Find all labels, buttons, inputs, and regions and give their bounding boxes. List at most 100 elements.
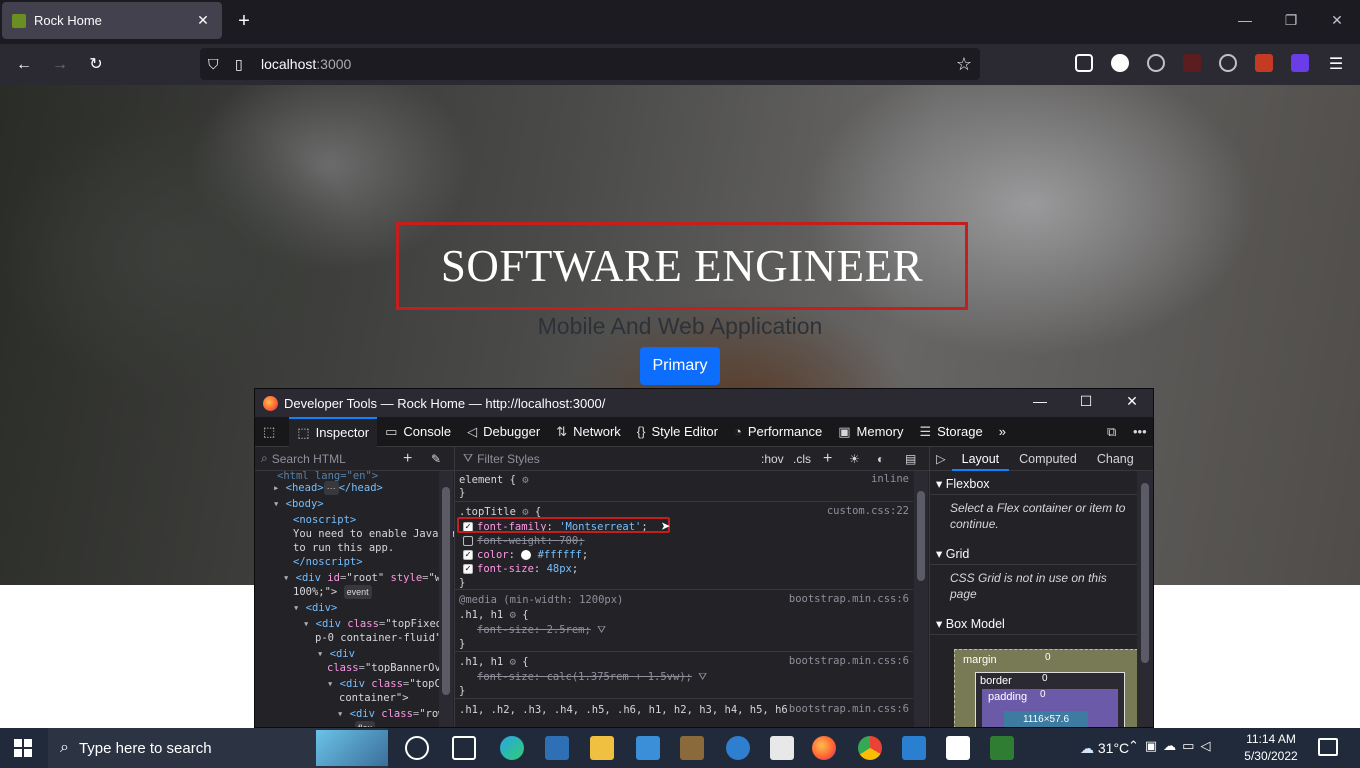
rule-selector[interactable]: .h1, h1 ⚙ { [459, 608, 529, 622]
bookmark-star-icon[interactable]: ☆ [956, 48, 972, 80]
html-search-field[interactable]: ⌕ Search HTML + ✎ [255, 447, 454, 471]
rule-source[interactable]: bootstrap.min.css:6 [789, 593, 909, 605]
extension-color-icon[interactable] [1183, 54, 1201, 72]
new-tab-button[interactable]: + [232, 10, 256, 34]
task-view-icon[interactable] [452, 736, 476, 760]
tab-storage[interactable]: ☰ Storage [911, 417, 990, 447]
globe-icon[interactable] [1147, 54, 1165, 72]
dark-mode-icon[interactable]: ◐ [877, 452, 884, 466]
devtools-maximize-button[interactable]: ☐ [1075, 393, 1097, 410]
forward-icon[interactable]: → [48, 53, 72, 77]
file-explorer-icon[interactable] [590, 736, 614, 760]
markup-line[interactable]: ▾ <div class="topCo [327, 677, 447, 691]
checkbox[interactable]: ✓ [463, 550, 473, 560]
taskbar-clock[interactable]: 11:14 AM 5/30/2022 [1238, 731, 1304, 765]
markup-line[interactable]: ▾ <div class="topFixedB [303, 617, 448, 631]
snip-icon[interactable] [770, 736, 794, 760]
markup-line[interactable]: p-0 container-fluid"> [315, 631, 448, 645]
markup-line[interactable]: ▾ <div class="row [337, 707, 445, 721]
tab-debugger[interactable]: ◁ Debugger [459, 417, 548, 447]
chrome-icon[interactable] [858, 736, 882, 760]
back-icon[interactable]: ← [12, 53, 36, 77]
markup-line[interactable]: class="topBannerOve [327, 661, 447, 675]
markup-scrollbar[interactable] [439, 471, 453, 727]
dock-icon[interactable]: ⧉ [1107, 424, 1116, 440]
rule-selector[interactable]: .h1, .h2, .h3, .h4, .h5, .h6, h1, h2, h3… [459, 703, 788, 717]
minimize-button[interactable]: — [1233, 12, 1257, 32]
notion-icon[interactable] [946, 736, 970, 760]
tab-style-editor[interactable]: {} Style Editor [629, 417, 726, 447]
markup-line[interactable]: ▾ <div id="root" style="width: [283, 571, 454, 585]
rule-selector[interactable]: .h1, h1 ⚙ { [459, 655, 529, 669]
close-window-button[interactable]: ✕ [1325, 12, 1349, 32]
markup-line[interactable]: </noscript> [293, 555, 363, 569]
rules-scrollbar-track[interactable] [914, 471, 928, 727]
notifications-icon[interactable] [1318, 738, 1338, 756]
reload-icon[interactable]: ↻ [84, 53, 108, 77]
element-rule[interactable]: element { ⚙ [459, 473, 529, 487]
tab-layout[interactable]: Layout [951, 447, 1010, 471]
filter-styles-field[interactable]: Filter Styles [477, 452, 540, 466]
profile-avatar-icon[interactable] [1111, 54, 1129, 72]
extension-purple-icon[interactable] [1291, 54, 1309, 72]
url-bar[interactable]: ⛉ ▯ localhost:3000 ☆ [200, 48, 980, 80]
devtools-minimize-button[interactable]: — [1029, 393, 1051, 409]
add-rule-icon[interactable]: + [823, 450, 832, 468]
grid-section-header[interactable]: ▾ Grid [930, 543, 1138, 565]
primary-button[interactable]: Primary [640, 347, 720, 385]
close-tab-icon[interactable]: ✕ [194, 12, 212, 29]
firefox-taskbar-icon[interactable] [812, 736, 836, 760]
tab-inspector[interactable]: ⬚ Inspector [289, 416, 378, 447]
add-node-icon[interactable]: + [403, 450, 412, 468]
declaration-font-weight[interactable]: font-weight: 700; [463, 534, 585, 548]
markup-line[interactable]: You need to enable JavaScript [293, 527, 454, 541]
markup-line[interactable]: ▾ <body> [273, 497, 324, 511]
checkbox[interactable]: ✓ [463, 564, 473, 574]
color-swatch-icon[interactable] [521, 550, 532, 560]
browser-tab[interactable]: Rock Home ✕ [2, 2, 222, 39]
box-model-border[interactable]: border 0 padding 0 1116×57.6 [975, 672, 1125, 727]
tab-network[interactable]: ⇅ Network [548, 417, 629, 447]
system-tray-icons[interactable]: ⌃▣☁▭◁ [1128, 738, 1216, 754]
markup-line[interactable]: <noscript> [293, 513, 356, 527]
declaration-overridden[interactable]: font-size: calc(1.375rem + 1.5vw); ⛛ [477, 670, 707, 684]
pocket-icon[interactable] [1075, 54, 1093, 72]
tab-memory[interactable]: ▣ Memory [830, 417, 911, 447]
shield-icon[interactable]: ⛉ [208, 48, 219, 80]
markup-line[interactable]: flex [355, 721, 376, 727]
tab-changes[interactable]: Chang [1087, 447, 1144, 471]
light-mode-icon[interactable]: ☀ [849, 452, 860, 466]
rule-source[interactable]: bootstrap.min.css:6 [789, 703, 909, 715]
maximize-button[interactable]: ❐ [1279, 12, 1303, 32]
markup-line[interactable]: container"> [339, 691, 409, 705]
terminal-app-icon[interactable] [990, 736, 1014, 760]
onedrive-icon[interactable] [726, 736, 750, 760]
cortana-icon[interactable] [405, 736, 429, 760]
hov-toggle[interactable]: :hov [761, 452, 784, 466]
taskbar-search[interactable]: ⌕ Type here to search [48, 728, 388, 768]
toggle-sidebar-icon[interactable]: ▷ [930, 451, 952, 466]
tab-performance[interactable]: ◔ Performance [726, 417, 830, 447]
box-model-margin[interactable]: margin 0 border 0 padding 0 1116×57.6 [954, 649, 1138, 727]
print-mode-icon[interactable]: ▤ [905, 452, 916, 466]
box-model-content[interactable]: 1116×57.6 [1004, 711, 1088, 727]
rule-source[interactable]: bootstrap.min.css:6 [789, 655, 909, 667]
more-tabs-icon[interactable]: » [991, 417, 1014, 447]
tab-console[interactable]: ▭ Console [377, 417, 459, 447]
vscode-icon[interactable] [902, 736, 926, 760]
eyedropper-icon[interactable]: ✎ [431, 452, 441, 466]
markup-line[interactable]: ▾ <div [317, 647, 355, 661]
markup-line[interactable]: ▾ <div> [293, 601, 337, 615]
checkbox[interactable] [463, 536, 473, 546]
extension-sync-icon[interactable] [1219, 54, 1237, 72]
declaration-color[interactable]: ✓ color: #ffffff; [463, 548, 588, 562]
extension-red-icon[interactable] [1255, 54, 1273, 72]
declaration-font-size[interactable]: ✓ font-size: 48px; [463, 562, 578, 576]
boxmodel-section-header[interactable]: ▾ Box Model [930, 613, 1138, 635]
menu-icon[interactable]: ☰ [1324, 53, 1348, 77]
markup-line[interactable]: 100%;"> event [293, 585, 372, 599]
edge-icon[interactable] [500, 736, 524, 760]
devtools-close-button[interactable]: ✕ [1121, 393, 1143, 410]
weather-widget[interactable]: ☁ 31°C [1080, 740, 1129, 757]
devtools-menu-icon[interactable]: ••• [1133, 424, 1147, 439]
